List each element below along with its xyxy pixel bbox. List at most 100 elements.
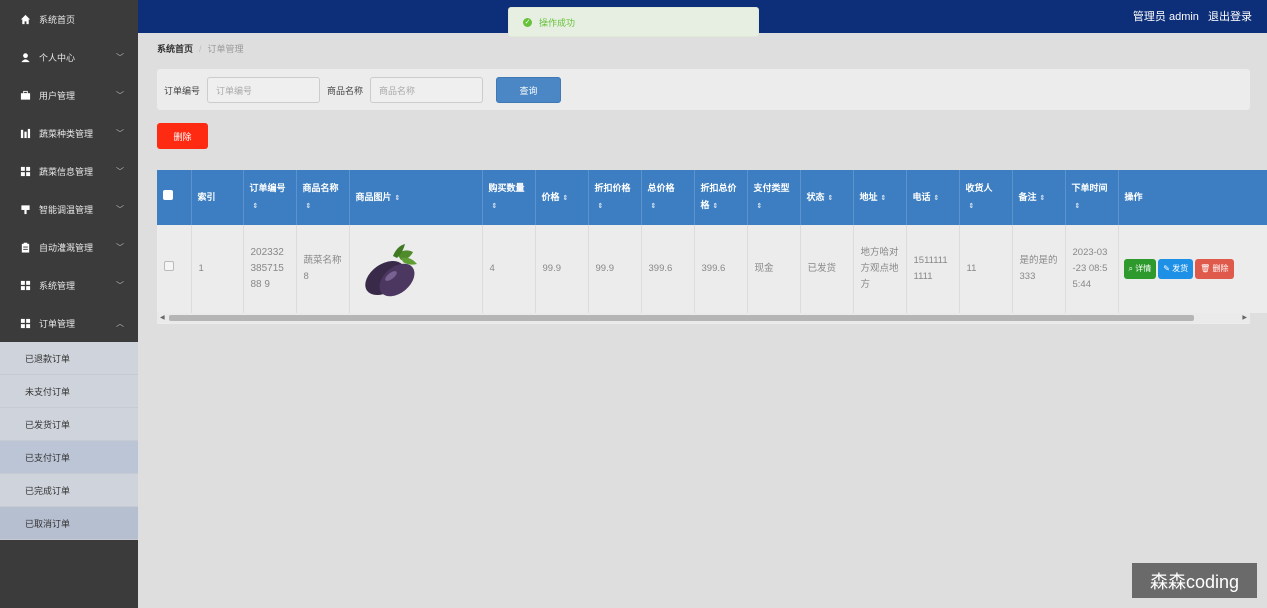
row-select-cell[interactable] [157, 225, 192, 313]
sidebar-item-temperature[interactable]: 智能调温管理 ﹀ [0, 190, 138, 228]
logout-link[interactable]: 退出登录 [1208, 11, 1252, 23]
submenu-completed-orders[interactable]: 已完成订单 [0, 474, 138, 507]
scroll-left-icon[interactable]: ◀ [160, 314, 165, 321]
column-header[interactable]: 折扣价格 ⇕ [588, 170, 642, 225]
submenu-unpaid-orders[interactable]: 未支付订单 [0, 375, 138, 408]
sidebar-item-label: 用户管理 [39, 90, 76, 101]
column-header[interactable]: 状态 ⇕ [800, 170, 854, 225]
search-panel: 订单编号 订单编号 商品名称 商品名称 查询 [157, 69, 1250, 110]
cell-price: 99.9 [535, 225, 589, 313]
sidebar-item-label: 蔬菜种类管理 [39, 128, 94, 139]
cell-receiver: 11 [959, 225, 1013, 313]
scroll-right-icon[interactable]: ▶ [1242, 314, 1247, 321]
column-header: 索引 [191, 170, 244, 225]
sort-icon: ⇕ [827, 194, 834, 202]
cell-order-no: 20233238571588 9 [243, 225, 297, 313]
row-delete-button[interactable]: 🗑 删除 [1195, 259, 1234, 279]
watermark: 森森coding [1132, 563, 1257, 598]
sidebar-item-system[interactable]: 系统管理 ﹀ [0, 266, 138, 304]
cell-product-name: 蔬菜名称8 [296, 225, 350, 313]
cell-remark: 是的是的333 [1012, 225, 1066, 313]
sidebar-item-label: 系统首页 [39, 14, 76, 25]
eggplant-product-image [364, 244, 417, 297]
cell-total-price: 399.6 [641, 225, 695, 313]
cell-pay-type: 现金 [747, 225, 801, 313]
search-icon: ⌕ [1128, 264, 1136, 273]
sidebar-item-profile[interactable]: 个人中心 ﹀ [0, 38, 138, 76]
sort-icon: ⇕ [1074, 203, 1081, 210]
column-header: 操作 [1118, 170, 1267, 225]
column-header[interactable]: 总价格 ⇕ [641, 170, 695, 225]
sort-icon: ⇕ [1039, 194, 1046, 202]
sidebar-item-irrigation[interactable]: 自动灌溉管理 ﹀ [0, 228, 138, 266]
user-icon [21, 52, 30, 62]
column-header[interactable]: 商品名称 ⇕ [296, 170, 350, 225]
batch-delete-button[interactable]: 删除 [157, 123, 208, 149]
breadcrumb-home[interactable]: 系统首页 [157, 44, 193, 54]
submenu-paid-orders[interactable]: 已支付订单 [0, 441, 138, 474]
cell-status: 已发货 [800, 225, 854, 313]
admin-label: 管理员 admin [1132, 11, 1199, 23]
detail-button[interactable]: ⌕ 详情 [1123, 259, 1157, 279]
column-header[interactable]: 电话 ⇕ [906, 170, 960, 225]
breadcrumb-separator: / [199, 44, 202, 54]
column-header[interactable]: 折扣总价格 ⇕ [694, 170, 748, 225]
thermometer-icon [21, 204, 30, 214]
submenu-shipped-orders[interactable]: 已发货订单 [0, 408, 138, 441]
cell-discount-price: 99.9 [588, 225, 642, 313]
user-area: 管理员 admin 退出登录 [1127, 8, 1252, 24]
sidebar-item-label: 蔬菜信息管理 [39, 166, 94, 177]
sort-icon: ⇕ [394, 194, 401, 202]
chevron-down-icon: ﹀ [116, 53, 124, 62]
sidebar-item-label: 自动灌溉管理 [39, 242, 94, 253]
sort-icon: ⇕ [933, 194, 940, 202]
column-header[interactable]: 备注 ⇕ [1012, 170, 1066, 225]
column-header[interactable]: 价格 ⇕ [535, 170, 589, 225]
column-header[interactable]: 订单编号 ⇕ [243, 170, 297, 225]
row-checkbox[interactable] [164, 261, 174, 271]
sidebar-item-home[interactable]: 系统首页 [0, 0, 138, 38]
column-header[interactable]: 地址 ⇕ [853, 170, 907, 225]
sort-icon: ⇕ [712, 203, 719, 210]
select-all-header[interactable] [157, 170, 192, 225]
chart-icon [20, 128, 31, 138]
grid-icon [20, 318, 31, 328]
cell-discount-total: 399.6 [694, 225, 748, 313]
table-row: 1 20233238571588 9 蔬菜名称8 4 99.9 99.9 399… [157, 225, 1267, 313]
home-icon [20, 14, 31, 24]
column-header[interactable]: 收货人 ⇕ [959, 170, 1013, 225]
submenu-refunded-orders[interactable]: 已退款订单 [0, 342, 138, 375]
cell-actions: ⌕ 详情 ✎ 发货 🗑 删除 [1118, 225, 1267, 313]
column-header[interactable]: 购买数量 ⇕ [482, 170, 536, 225]
column-header[interactable]: 下单时间 ⇕ [1065, 170, 1119, 225]
clipboard-icon [21, 242, 30, 253]
sidebar-item-orders[interactable]: 订单管理 ︿ [0, 304, 138, 342]
table-header-row: 索引 订单编号 ⇕ 商品名称 ⇕ 商品图片 ⇕ 购买数量 ⇕ 价格 ⇕ 折扣价格 ⇕ 总价格… [157, 170, 1267, 225]
sidebar-item-label: 订单管理 [39, 318, 76, 329]
grid-icon [20, 280, 31, 290]
order-no-input[interactable]: 订单编号 [207, 77, 320, 103]
order-no-label: 订单编号 [164, 86, 201, 96]
column-header[interactable]: 商品图片 ⇕ [349, 170, 483, 225]
sidebar-item-veg-info[interactable]: 蔬菜信息管理 ﹀ [0, 152, 138, 190]
sidebar-item-veg-category[interactable]: 蔬菜种类管理 ﹀ [0, 114, 138, 152]
chevron-down-icon: ﹀ [116, 281, 124, 290]
orders-table: 索引 订单编号 ⇕ 商品名称 ⇕ 商品图片 ⇕ 购买数量 ⇕ 价格 ⇕ 折扣价格 ⇕ 总价格… [157, 170, 1267, 324]
sort-icon: ⇕ [756, 203, 763, 210]
query-button[interactable]: 查询 [496, 77, 561, 103]
cell-phone: 15111111111 [906, 225, 960, 313]
product-name-label: 商品名称 [327, 86, 364, 96]
cell-order-time: 2023-03-23 08:55:44 [1065, 225, 1119, 313]
orders-submenu: 已退款订单 未支付订单 已发货订单 已支付订单 已完成订单 已取消订单 [0, 342, 138, 540]
submenu-cancelled-orders[interactable]: 已取消订单 [0, 507, 138, 540]
ship-button[interactable]: ✎ 发货 [1158, 259, 1194, 279]
horizontal-scrollbar[interactable]: ◀ ▶ [157, 313, 1250, 323]
sort-icon: ⇕ [880, 194, 887, 202]
sidebar-item-label: 个人中心 [39, 52, 76, 63]
chevron-up-icon: ︿ [116, 319, 124, 328]
column-header[interactable]: 支付类型 ⇕ [747, 170, 801, 225]
product-name-input[interactable]: 商品名称 [370, 77, 483, 103]
sidebar-item-users[interactable]: 用户管理 ﹀ [0, 76, 138, 114]
scrollbar-thumb[interactable] [169, 315, 1194, 321]
select-all-checkbox[interactable] [163, 190, 173, 200]
